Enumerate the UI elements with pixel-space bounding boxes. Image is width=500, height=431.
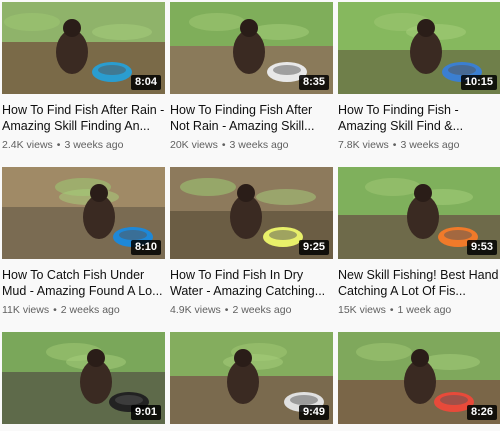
video-metadata: 7.8K views • 3 weeks ago — [338, 138, 500, 152]
upload-age: 2 weeks ago — [232, 304, 292, 316]
duration-badge: 8:26 — [466, 405, 497, 420]
separator-dot: • — [224, 304, 229, 316]
separator-dot: • — [221, 139, 226, 151]
view-count: 11K views — [2, 304, 50, 316]
video-grid: 8:04 How To Find Fish After Rain - Amazin… — [0, 0, 500, 431]
video-title[interactable]: How To Finding Fish After Not Rain - Ama… — [170, 102, 333, 134]
video-card[interactable]: 9:49 — [170, 330, 333, 431]
video-title[interactable]: How To Find Fish After Rain - Amazing Sk… — [2, 102, 165, 134]
view-count: 15K views — [338, 304, 386, 316]
video-thumbnail[interactable]: 9:53 — [338, 167, 500, 259]
video-card[interactable]: 8:10 How To Catch Fish Under Mud - Amazin… — [2, 165, 165, 330]
video-thumbnail[interactable]: 10:15 — [338, 2, 500, 94]
video-card[interactable]: 9:25 How To Find Fish In Dry Water - Amaz… — [170, 165, 333, 330]
video-thumbnail[interactable]: 8:04 — [2, 2, 165, 94]
separator-dot: • — [389, 304, 394, 316]
video-thumbnail[interactable]: 8:10 — [2, 167, 165, 259]
duration-badge: 9:49 — [298, 405, 329, 420]
video-title[interactable]: How To Find Fish In Dry Water - Amazing … — [170, 267, 333, 299]
separator-dot: • — [53, 304, 57, 316]
separator-dot: • — [56, 139, 61, 151]
video-title[interactable]: How To Catch Fish Under Mud - Amazing Fo… — [2, 267, 165, 299]
video-thumbnail[interactable]: 8:35 — [170, 2, 333, 94]
view-count: 4.9K views — [170, 304, 221, 316]
duration-badge: 10:15 — [460, 75, 497, 90]
video-metadata: 15K views • 1 week ago — [338, 303, 500, 317]
video-card[interactable]: 9:53 New Skill Fishing! Best Hand Catchin… — [338, 165, 500, 330]
video-card[interactable]: 8:35 How To Finding Fish After Not Rain -… — [170, 0, 333, 165]
view-count: 20K views — [170, 139, 218, 151]
duration-badge: 8:04 — [130, 75, 161, 90]
upload-age: 1 week ago — [397, 304, 452, 316]
upload-age: 2 weeks ago — [60, 304, 120, 316]
upload-age: 3 weeks ago — [400, 139, 460, 151]
video-card[interactable]: 10:15 How To Finding Fish - Amazing Skill… — [338, 0, 500, 165]
video-title[interactable]: How To Finding Fish - Amazing Skill Find… — [338, 102, 500, 134]
view-count: 2.4K views — [2, 139, 53, 151]
duration-badge: 8:10 — [130, 240, 161, 255]
video-thumbnail[interactable]: 9:01 — [2, 332, 165, 424]
video-thumbnail[interactable]: 9:49 — [170, 332, 333, 424]
duration-badge: 9:53 — [466, 240, 497, 255]
upload-age: 3 weeks ago — [229, 139, 289, 151]
video-card[interactable]: 8:26 — [338, 330, 500, 431]
video-metadata: 11K views • 2 weeks ago — [2, 303, 165, 317]
duration-badge: 8:35 — [298, 75, 329, 90]
video-card[interactable]: 8:04 How To Find Fish After Rain - Amazin… — [2, 0, 165, 165]
video-thumbnail[interactable]: 9:25 — [170, 167, 333, 259]
video-title[interactable]: New Skill Fishing! Best Hand Catching A … — [338, 267, 500, 299]
video-card[interactable]: 9:01 — [2, 330, 165, 431]
duration-badge: 9:25 — [298, 240, 329, 255]
separator-dot: • — [392, 139, 397, 151]
video-metadata: 4.9K views • 2 weeks ago — [170, 303, 333, 317]
video-thumbnail[interactable]: 8:26 — [338, 332, 500, 424]
duration-badge: 9:01 — [130, 405, 161, 420]
video-metadata: 20K views • 3 weeks ago — [170, 138, 333, 152]
video-metadata: 2.4K views • 3 weeks ago — [2, 138, 165, 152]
view-count: 7.8K views — [338, 139, 389, 151]
upload-age: 3 weeks ago — [64, 139, 124, 151]
